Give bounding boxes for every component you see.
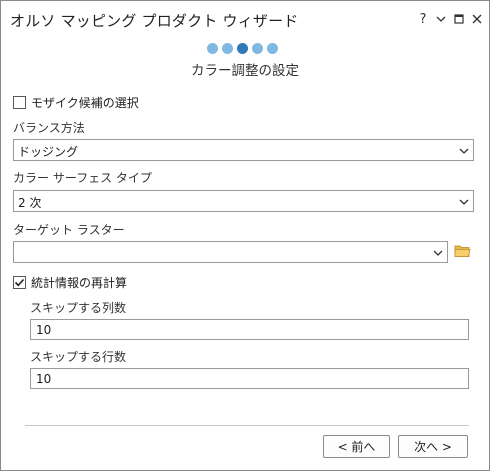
skip-columns-field[interactable]	[30, 319, 469, 340]
chevron-down-icon	[459, 199, 469, 205]
color-surface-type-dropdown[interactable]: 2 次	[13, 190, 474, 212]
window-title: オルソ マッピング プロダクト ウィザード	[10, 12, 299, 30]
step-dot-5	[267, 43, 278, 54]
restore-icon[interactable]	[453, 11, 465, 27]
chevron-down-icon	[433, 250, 443, 256]
step-dot-4	[252, 43, 263, 54]
wizard-dialog: オルソ マッピング プロダクト ウィザード ? カラー調整の設定 モザイク候補の…	[0, 0, 490, 471]
close-icon[interactable]	[471, 11, 483, 27]
target-raster-dropdown[interactable]	[13, 241, 448, 263]
skip-rows-input[interactable]	[31, 369, 468, 388]
skip-columns-label: スキップする列数	[30, 301, 127, 315]
footer-divider	[25, 425, 469, 426]
skip-columns-input[interactable]	[31, 320, 468, 339]
help-button[interactable]: ?	[417, 11, 429, 27]
recompute-statistics-checkbox[interactable]	[13, 276, 26, 289]
title-bar: オルソ マッピング プロダクト ウィザード ?	[1, 1, 489, 35]
step-indicator	[207, 43, 278, 55]
step-dot-2	[222, 43, 233, 54]
chevron-down-icon	[459, 148, 469, 154]
color-surface-type-value: 2 次	[18, 196, 42, 210]
title-bar-controls: ?	[417, 10, 483, 28]
chevron-down-icon[interactable]	[435, 11, 447, 27]
skip-rows-field[interactable]	[30, 368, 469, 389]
next-button[interactable]: 次へ >	[398, 435, 468, 458]
page-title: カラー調整の設定	[191, 63, 299, 79]
mosaic-candidates-label: モザイク候補の選択	[31, 96, 139, 110]
skip-rows-label: スキップする行数	[30, 350, 127, 364]
mosaic-candidates-checkbox[interactable]	[13, 96, 26, 109]
step-dot-1	[207, 43, 218, 54]
balance-method-label: バランス方法	[13, 121, 85, 135]
recompute-statistics-label: 統計情報の再計算	[31, 276, 128, 290]
mosaic-candidates-checkbox-row[interactable]: モザイク候補の選択	[13, 94, 139, 111]
target-raster-label: ターゲット ラスター	[13, 223, 125, 237]
step-dot-3-current	[237, 43, 248, 54]
back-button[interactable]: < 前へ	[323, 435, 390, 458]
balance-method-value: ドッジング	[18, 145, 79, 159]
checkmark-icon	[14, 278, 25, 287]
recompute-statistics-checkbox-row[interactable]: 統計情報の再計算	[13, 274, 127, 291]
folder-icon[interactable]	[454, 244, 471, 258]
balance-method-dropdown[interactable]: ドッジング	[13, 139, 474, 161]
color-surface-type-label: カラー サーフェス タイプ	[13, 171, 152, 185]
